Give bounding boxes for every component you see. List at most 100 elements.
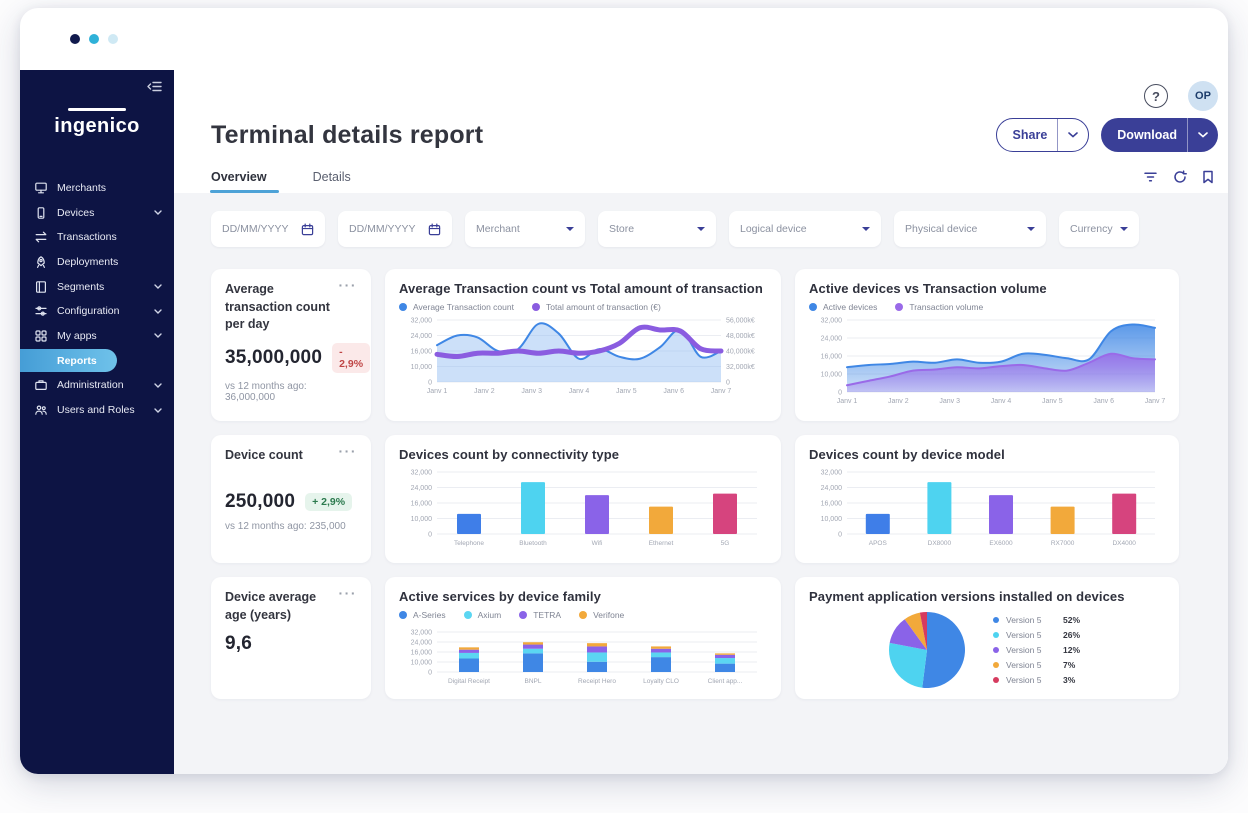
svg-text:Janv 7: Janv 7 — [1145, 398, 1165, 405]
svg-text:10,000: 10,000 — [411, 516, 433, 523]
svg-text:Janv 5: Janv 5 — [1042, 398, 1063, 405]
svg-text:10,000: 10,000 — [411, 364, 433, 371]
refresh-icon[interactable] — [1173, 170, 1187, 184]
sidebar-item-segments[interactable]: Segments — [20, 274, 174, 299]
chart-body: 32,000 24,000 16,000 10,000 0 Telephone Blueto… — [399, 462, 767, 553]
filter-merchant[interactable]: Merchant — [465, 211, 585, 247]
filter-icon[interactable] — [1143, 170, 1158, 184]
svg-text:Wifi: Wifi — [592, 540, 603, 547]
pie-slice-label: Version 5 — [1006, 660, 1042, 670]
sidebar-item-label: Devices — [57, 206, 95, 219]
svg-text:Janv 3: Janv 3 — [521, 388, 542, 395]
kpi-menu-icon[interactable]: ··· — [339, 586, 358, 600]
svg-text:32,000: 32,000 — [411, 318, 433, 325]
tab-overview[interactable]: Overview — [210, 164, 279, 193]
svg-text:10,000: 10,000 — [821, 516, 843, 523]
chart-body: Average Transaction count Total amount of… — [399, 302, 767, 401]
legend-item: Active devices — [809, 302, 877, 312]
svg-text:24,000: 24,000 — [411, 640, 433, 647]
main-area: ? OP Terminal details report Share Downl… — [174, 70, 1228, 774]
svg-text:10,000: 10,000 — [411, 660, 433, 667]
sidebar-item-label: Reports — [57, 354, 97, 367]
filter-date-start[interactable]: DD/MM/YYYY — [211, 211, 325, 247]
chevron-down-icon[interactable] — [1058, 132, 1088, 138]
date-placeholder: DD/MM/YYYY — [349, 223, 416, 235]
chevron-down-icon — [154, 284, 162, 290]
sidebar-item-transactions[interactable]: Transactions — [20, 225, 174, 250]
svg-text:EX6000: EX6000 — [989, 540, 1013, 547]
myapps-icon — [33, 328, 48, 343]
select-label: Logical device — [740, 223, 807, 235]
sidebar-nav: Merchants Devices Transactions Deployments S… — [20, 176, 174, 422]
title-row: Terminal details report Share Download — [174, 112, 1228, 152]
sidebar-item-deployments[interactable]: Deployments — [20, 250, 174, 275]
filter-store[interactable]: Store — [598, 211, 716, 247]
sidebar-item-configuration[interactable]: Configuration — [20, 299, 174, 324]
chart-canvas: 32,000 24,000 16,000 10,000 0Janv 1 Janv 2 Jan… — [821, 318, 1166, 406]
sidebar-item-devices[interactable]: Devices — [20, 201, 174, 226]
chart-title: Payment application versions installed o… — [809, 589, 1125, 604]
select-label: Currency — [1070, 223, 1113, 235]
tab-details[interactable]: Details — [313, 164, 351, 193]
svg-text:24,000: 24,000 — [821, 485, 843, 492]
page-title: Terminal details report — [211, 120, 484, 149]
legend-dot — [463, 611, 472, 619]
legend-dot — [993, 632, 999, 638]
svg-text:Janv 3: Janv 3 — [939, 398, 960, 405]
chart-card-active-services: Active services by device family A-Serie… — [385, 577, 781, 699]
filter-physical-device[interactable]: Physical device — [894, 211, 1046, 247]
svg-text:Client app...: Client app... — [708, 678, 743, 685]
kpi-card-device-count: Device count ··· 250,000 + 2,9% vs 12 mo… — [211, 435, 371, 563]
chart-body: 32,000 24,000 16,000 10,000 0 APOS DX8000 EX600… — [809, 462, 1165, 553]
svg-text:0: 0 — [428, 532, 432, 539]
svg-text:5G: 5G — [721, 540, 730, 547]
svg-text:32,000: 32,000 — [821, 318, 843, 325]
chart-title: Average Transaction count vs Total amoun… — [399, 281, 763, 296]
filter-currency[interactable]: Currency — [1059, 211, 1139, 247]
kpi-menu-icon[interactable]: ··· — [339, 444, 358, 458]
filter-date-end[interactable]: DD/MM/YYYY — [338, 211, 452, 247]
chevron-down-icon — [566, 227, 574, 231]
legend-dot — [993, 617, 999, 623]
collapse-sidebar-icon[interactable] — [147, 80, 163, 98]
kpi-card-device-average-age: Device average age (years) ··· 9,6 — [211, 577, 371, 699]
sidebar-item-administration[interactable]: Administration — [20, 373, 174, 398]
kpi-value: 9,6 — [225, 633, 253, 654]
svg-text:0: 0 — [428, 670, 432, 677]
avatar[interactable]: OP — [1188, 81, 1218, 111]
help-icon[interactable]: ? — [1144, 84, 1168, 108]
chevron-down-icon[interactable] — [1188, 132, 1218, 138]
sidebar-item-label: Configuration — [57, 305, 120, 318]
sidebar-item-my-apps[interactable]: My apps — [20, 324, 174, 349]
chart-title: Devices count by device model — [809, 447, 1005, 462]
svg-text:Janv 7: Janv 7 — [711, 388, 732, 395]
chevron-down-icon — [154, 333, 162, 339]
chart-body: Active devices Transaction volume 32,000 24… — [809, 302, 1165, 411]
kpi-menu-icon[interactable]: ··· — [339, 278, 358, 292]
sidebar-item-label: My apps — [57, 329, 97, 342]
chart-card-transaction-count-vs-amount: Average Transaction count vs Total amoun… — [385, 269, 781, 421]
app-window: ingenico Merchants Devices Transactions Dep… — [20, 8, 1228, 774]
svg-text:Janv 4: Janv 4 — [569, 388, 590, 395]
legend-dot — [519, 611, 528, 619]
filter-logical-device[interactable]: Logical device — [729, 211, 881, 247]
app-screen: ingenico Merchants Devices Transactions Dep… — [0, 0, 1248, 813]
chevron-down-icon — [154, 383, 162, 388]
bookmark-icon[interactable] — [1202, 170, 1214, 184]
pie-slice-value: 52% — [1063, 615, 1081, 625]
svg-text:Janv 6: Janv 6 — [663, 388, 684, 395]
legend-dot — [809, 303, 817, 311]
sidebar-item-users-and-roles[interactable]: Users and Roles — [20, 398, 174, 423]
legend-dot — [579, 611, 588, 619]
share-button[interactable]: Share — [995, 118, 1090, 152]
svg-text:48,000k€: 48,000k€ — [726, 333, 755, 340]
sidebar-item-reports[interactable]: Reports — [20, 349, 117, 373]
cards-grid: Average transaction count per day ··· 35… — [211, 269, 1179, 699]
svg-text:Bluetooth: Bluetooth — [519, 540, 547, 547]
kpi-comparison-note: vs 12 months ago: 235,000 — [225, 520, 346, 532]
sidebar-item-merchants[interactable]: Merchants — [20, 176, 174, 201]
download-button[interactable]: Download — [1101, 118, 1218, 152]
transactions-icon — [33, 230, 48, 245]
svg-text:16,000: 16,000 — [821, 354, 843, 361]
sidebar-item-label: Deployments — [57, 256, 119, 269]
